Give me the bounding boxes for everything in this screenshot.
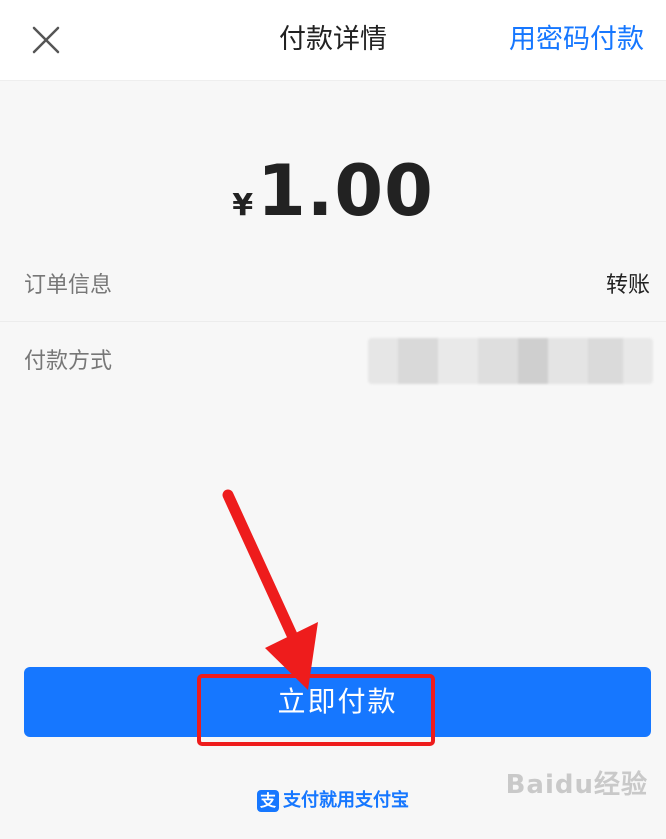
footer-slogan: 支付就用支付宝 bbox=[283, 790, 409, 811]
order-info-value: 转账 bbox=[605, 273, 650, 298]
use-password-pay-link[interactable]: 用密码付款 bbox=[509, 18, 644, 62]
payment-method-value-blurred[interactable] bbox=[368, 338, 653, 384]
amount-display: ¥1.00 bbox=[0, 150, 666, 232]
amount-value: 1.00 bbox=[257, 150, 434, 232]
alipay-logo-icon: 支 bbox=[257, 790, 279, 812]
order-info-row: 订单信息 转账 bbox=[0, 250, 666, 322]
row-divider bbox=[0, 321, 666, 322]
order-info-label: 订单信息 bbox=[24, 273, 113, 298]
payment-method-label: 付款方式 bbox=[24, 349, 113, 374]
close-button[interactable] bbox=[26, 20, 66, 60]
currency-symbol: ¥ bbox=[232, 188, 254, 223]
header-bar: 付款详情 用密码付款 bbox=[0, 0, 666, 80]
pay-now-button[interactable]: 立即付款 bbox=[24, 667, 651, 737]
payment-details-screen: 付款详情 用密码付款 ¥1.00 订单信息 转账 付款方式 立即付款 支支付就用… bbox=[0, 0, 666, 839]
baidu-watermark: Baidu经验 bbox=[505, 770, 648, 800]
close-icon bbox=[32, 26, 60, 54]
header-divider bbox=[0, 80, 666, 81]
